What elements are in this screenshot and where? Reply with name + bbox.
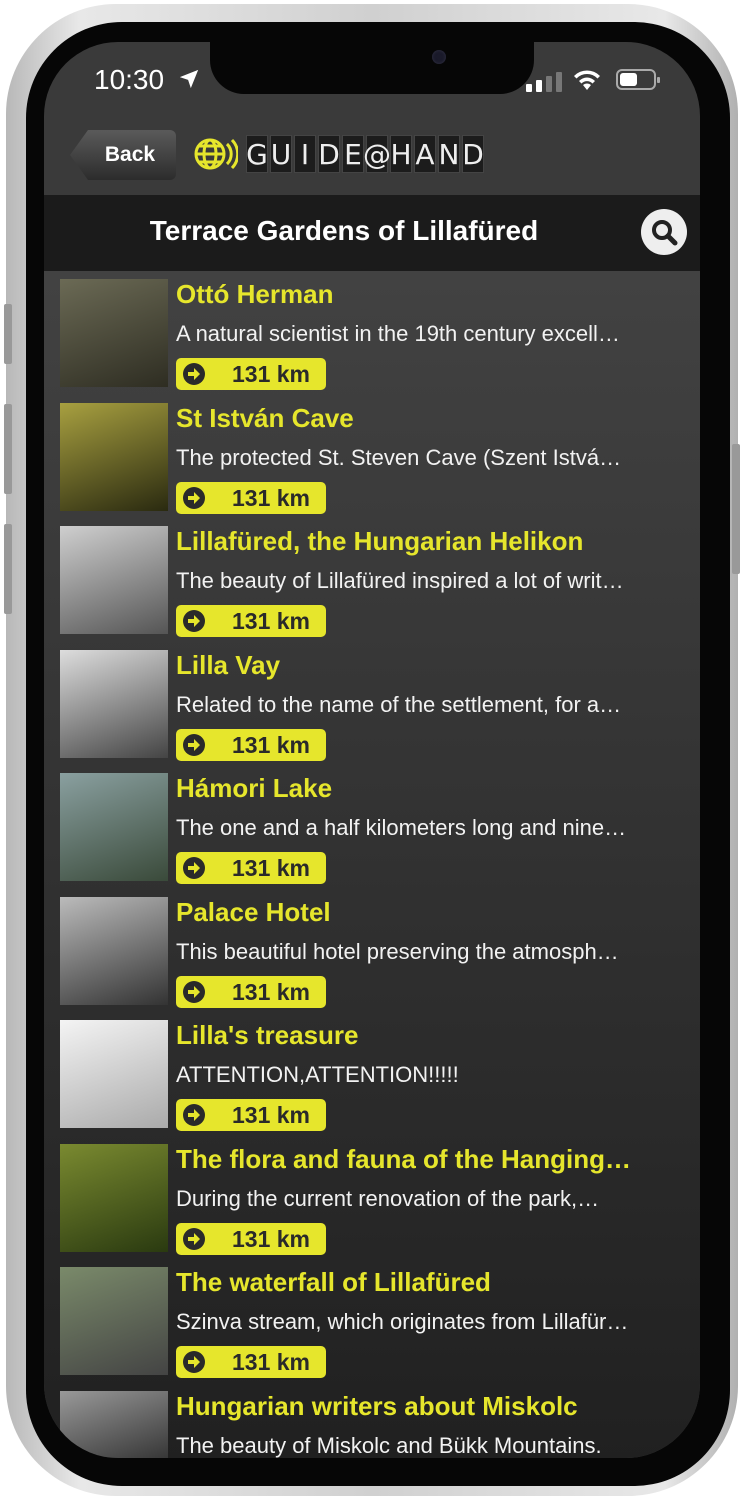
distance-text: 131 km	[232, 361, 311, 387]
item-title: The flora and fauna of the Hanging…	[176, 1143, 631, 1174]
distance-text: 131 km	[232, 1349, 311, 1375]
list-item[interactable]: Hámori Lake The one and a half kilometer…	[60, 765, 690, 888]
item-thumbnail	[60, 1143, 168, 1252]
item-description: The protected St. Steven Cave (Szent Ist…	[176, 444, 622, 470]
item-description: A natural scientist in the 19th century …	[176, 321, 620, 346]
cellular-signal-icon	[526, 72, 562, 92]
distance-badge[interactable]: 131 km	[176, 852, 326, 884]
poi-list[interactable]: Ottó Herman A natural scientist in the 1…	[44, 271, 700, 1458]
wifi-icon	[574, 70, 600, 90]
list-item[interactable]: Ottó Herman A natural scientist in the 1…	[60, 271, 690, 394]
item-description: Szinva stream, which originates from Lil…	[176, 1309, 629, 1334]
arrow-right-circle-icon	[183, 1351, 205, 1373]
logo-letter: N	[438, 135, 460, 173]
list-item[interactable]: The waterfall of Lillafüred Szinva strea…	[60, 1259, 690, 1382]
item-thumbnail	[60, 1390, 168, 1458]
item-thumbnail	[60, 896, 168, 1005]
list-item[interactable]: St István Cave The protected St. Steven …	[60, 395, 690, 518]
list-item[interactable]: Lilla's treasure ATTENTION,ATTENTION!!!!…	[60, 1012, 690, 1135]
item-title: Hámori Lake	[176, 773, 333, 803]
logo-letter: D	[318, 135, 340, 173]
item-thumbnail	[60, 526, 168, 634]
item-title: Palace Hotel	[176, 896, 331, 927]
arrow-right-circle-icon	[183, 610, 205, 632]
item-thumbnail	[60, 279, 168, 387]
screen: 10:30 Back G U I D E @ H A N D Terrace Gardens of…	[44, 42, 700, 1458]
distance-text: 131 km	[232, 731, 311, 758]
logo-letter: H	[390, 135, 412, 173]
notch	[210, 42, 534, 94]
list-item[interactable]: Palace Hotel This beautiful hotel preser…	[60, 889, 690, 1012]
globe-sound-icon	[194, 138, 238, 170]
volume-up-button	[4, 404, 12, 494]
camera	[432, 50, 446, 64]
distance-text: 131 km	[232, 608, 311, 634]
item-thumbnail	[60, 1020, 168, 1128]
item-title: Hungarian writers about Miskolc	[176, 1390, 578, 1421]
logo-letter: D	[462, 135, 484, 173]
list-item[interactable]: Hungarian writers about Miskolc The beau…	[60, 1383, 690, 1458]
item-description: ATTENTION,ATTENTION!!!!!	[176, 1062, 459, 1087]
arrow-right-circle-icon	[183, 1104, 205, 1126]
battery-icon	[616, 69, 660, 90]
distance-text: 131 km	[232, 855, 311, 881]
logo-text: G U I D E @ H A N D	[246, 135, 484, 173]
search-button[interactable]	[641, 209, 687, 255]
logo-letter: I	[294, 135, 316, 173]
logo-letter: @	[363, 135, 391, 173]
distance-text: 131 km	[232, 978, 311, 1005]
item-thumbnail	[60, 773, 168, 881]
guide-at-hand-logo: G U I D E @ H A N D	[194, 132, 484, 176]
distance-text: 131 km	[232, 484, 311, 511]
item-title: Lilla Vay	[176, 649, 281, 680]
logo-letter: U	[270, 135, 292, 173]
list-item[interactable]: The flora and fauna of the Hanging… Duri…	[60, 1136, 690, 1259]
logo-letter: G	[246, 135, 268, 173]
distance-badge[interactable]: 131 km	[176, 605, 326, 637]
mute-switch	[4, 304, 12, 364]
power-button	[732, 444, 740, 574]
item-description: Related to the name of the settlement, f…	[176, 691, 622, 717]
back-button[interactable]: Back	[70, 130, 176, 180]
item-title: Lillafüred, the Hungarian Helikon	[176, 526, 584, 556]
item-description: During the current renovation of the par…	[176, 1185, 600, 1211]
item-thumbnail	[60, 402, 168, 511]
arrow-right-circle-icon	[183, 733, 205, 756]
item-title: The waterfall of Lillafüred	[176, 1267, 491, 1297]
distance-text: 131 km	[232, 1225, 311, 1252]
item-description: The one and a half kilometers long and n…	[176, 815, 627, 840]
distance-text: 131 km	[232, 1102, 311, 1128]
distance-badge[interactable]: 131 km	[176, 1346, 326, 1378]
item-thumbnail	[60, 649, 168, 758]
item-description: This beautiful hotel preserving the atmo…	[176, 938, 619, 964]
arrow-right-circle-icon	[183, 363, 205, 385]
title-bar: Terrace Gardens of Lillafüred	[44, 195, 700, 271]
distance-badge[interactable]: 131 km	[176, 481, 326, 514]
arrow-right-circle-icon	[183, 1227, 205, 1250]
arrow-right-circle-icon	[183, 857, 205, 879]
clock: 10:30	[94, 64, 165, 95]
volume-down-button	[4, 524, 12, 614]
item-title: St István Cave	[176, 402, 354, 433]
page-title: Terrace Gardens of Lillafüred	[149, 215, 539, 246]
distance-badge[interactable]: 131 km	[176, 975, 326, 1008]
arrow-right-circle-icon	[183, 980, 205, 1003]
logo-letter: A	[414, 135, 436, 173]
distance-badge[interactable]: 131 km	[176, 358, 326, 390]
arrow-right-circle-icon	[183, 486, 205, 509]
location-arrow-icon	[179, 69, 199, 89]
item-title: Ottó Herman	[176, 279, 334, 309]
distance-badge[interactable]: 131 km	[176, 1222, 326, 1255]
item-title: Lilla's treasure	[176, 1020, 359, 1050]
item-thumbnail	[60, 1267, 168, 1375]
item-description: The beauty of Lillafüred inspired a lot …	[176, 568, 624, 593]
distance-badge[interactable]: 131 km	[176, 1099, 326, 1131]
distance-badge[interactable]: 131 km	[176, 728, 326, 761]
list-item[interactable]: Lillafüred, the Hungarian Helikon The be…	[60, 518, 690, 641]
item-description: The beauty of Miskolc and Bükk Mountains…	[176, 1432, 602, 1458]
search-icon	[652, 220, 678, 246]
logo-letter: E	[342, 135, 364, 173]
list-item[interactable]: Lilla Vay Related to the name of the set…	[60, 642, 690, 765]
